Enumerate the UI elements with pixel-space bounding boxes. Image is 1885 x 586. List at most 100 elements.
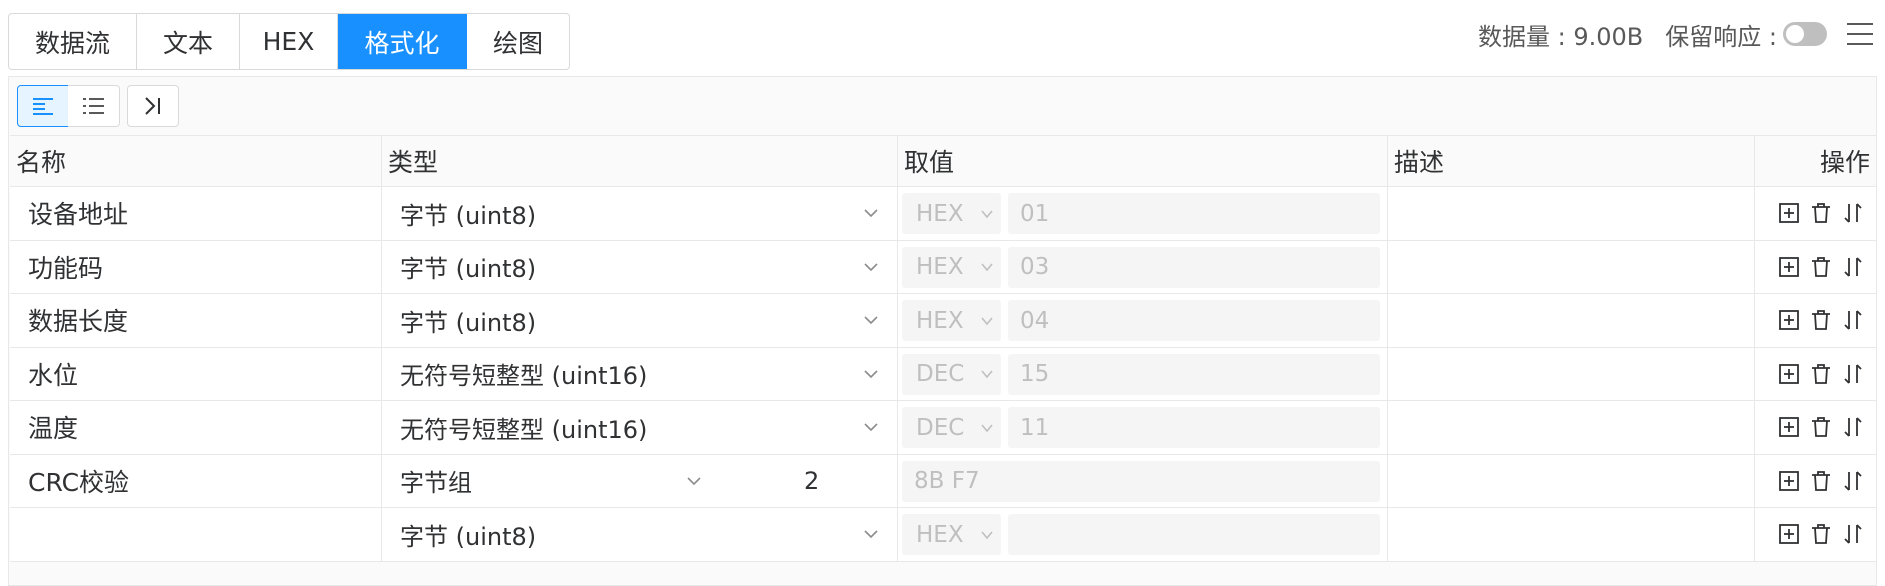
- header-value: 取值: [898, 136, 1388, 186]
- add-row-icon[interactable]: [1776, 414, 1802, 440]
- table-row: 温度 无符号短整型 (uint16) DEC 11: [10, 401, 1876, 455]
- actions-cell: [1755, 401, 1876, 454]
- tab-hex[interactable]: HEX: [240, 14, 338, 69]
- name-cell[interactable]: 数据长度: [10, 294, 382, 347]
- actions-cell: [1755, 508, 1876, 561]
- sort-row-icon[interactable]: [1840, 200, 1866, 226]
- type-select[interactable]: 字节 (uint8): [382, 294, 898, 347]
- field-name: 水位: [28, 360, 79, 390]
- value-input[interactable]: 15: [1008, 353, 1380, 395]
- add-row-icon[interactable]: [1776, 521, 1802, 547]
- value-cell: HEX: [898, 508, 1388, 561]
- status-bar: 数据量 : 9.00B 保留响应 :: [1478, 14, 1873, 54]
- type-select[interactable]: 字节 (uint8): [382, 508, 898, 561]
- name-cell[interactable]: 功能码: [10, 240, 382, 293]
- delete-row-icon[interactable]: [1808, 468, 1834, 494]
- format-select[interactable]: HEX: [902, 246, 1001, 288]
- value-cell: DEC 11: [898, 401, 1388, 454]
- format-value: HEX: [916, 521, 964, 548]
- menu-icon[interactable]: [1847, 23, 1873, 45]
- sort-row-icon[interactable]: [1840, 307, 1866, 333]
- sort-row-icon[interactable]: [1840, 414, 1866, 440]
- chevron-down-icon: [862, 418, 880, 436]
- sort-row-icon[interactable]: [1840, 361, 1866, 387]
- format-select[interactable]: DEC: [902, 407, 1001, 448]
- description-cell[interactable]: [1388, 294, 1755, 347]
- type-select[interactable]: 无符号短整型 (uint16): [382, 347, 898, 400]
- format-select[interactable]: HEX: [902, 300, 1001, 341]
- name-cell[interactable]: 水位: [10, 347, 382, 400]
- delete-row-icon[interactable]: [1808, 361, 1834, 387]
- header-description: 描述: [1388, 136, 1755, 186]
- value-input[interactable]: 01: [1008, 193, 1380, 234]
- description-cell[interactable]: [1388, 454, 1755, 507]
- add-row-icon[interactable]: [1776, 254, 1802, 280]
- delete-row-icon[interactable]: [1808, 521, 1834, 547]
- delete-row-icon[interactable]: [1808, 414, 1834, 440]
- name-cell[interactable]: CRC校验: [10, 454, 382, 507]
- list-button[interactable]: [68, 85, 120, 127]
- step-end-button[interactable]: [127, 85, 179, 127]
- field-name: CRC校验: [28, 467, 130, 497]
- sort-row-icon[interactable]: [1840, 254, 1866, 280]
- format-select[interactable]: HEX: [902, 514, 1001, 555]
- type-value: 字节 (uint8): [400, 308, 537, 337]
- table-body: 设备地址 字节 (uint8) HEX 01 功能码 字节 (uint8) HEX 03 数据长…: [10, 187, 1876, 562]
- sort-row-icon[interactable]: [1840, 468, 1866, 494]
- value-input[interactable]: 8B F7: [902, 460, 1380, 502]
- value-input[interactable]: [1008, 514, 1380, 555]
- tab-format[interactable]: 格式化: [338, 14, 467, 69]
- toggle-knob: [1786, 25, 1804, 43]
- add-row-icon[interactable]: [1776, 200, 1802, 226]
- type-value: 字节 (uint8): [400, 201, 537, 230]
- chevron-down-icon: [972, 207, 994, 221]
- type-select[interactable]: 字节 (uint8): [382, 240, 898, 293]
- name-cell[interactable]: [10, 508, 382, 561]
- value-input[interactable]: 03: [1008, 246, 1380, 288]
- name-cell[interactable]: 设备地址: [10, 187, 382, 240]
- value-cell: HEX 03: [898, 240, 1388, 293]
- chevron-down-icon: [685, 472, 703, 490]
- add-row-icon[interactable]: [1776, 468, 1802, 494]
- actions-cell: [1755, 455, 1876, 508]
- description-cell[interactable]: [1388, 240, 1755, 293]
- description-cell[interactable]: [1388, 347, 1755, 400]
- chevron-down-icon: [862, 365, 880, 383]
- tab-text[interactable]: 文本: [137, 14, 240, 69]
- value-input[interactable]: 11: [1008, 407, 1380, 448]
- table-row: 字节 (uint8) HEX: [10, 508, 1876, 562]
- format-value: HEX: [916, 254, 964, 280]
- keep-response-toggle[interactable]: [1783, 22, 1827, 46]
- actions-cell: [1755, 294, 1876, 347]
- value-input[interactable]: 04: [1008, 300, 1380, 341]
- name-cell[interactable]: 温度: [10, 401, 382, 454]
- add-row-icon[interactable]: [1776, 361, 1802, 387]
- sort-row-icon[interactable]: [1840, 521, 1866, 547]
- chevron-down-icon: [862, 258, 880, 276]
- table-row: 设备地址 字节 (uint8) HEX 01: [10, 187, 1876, 241]
- type-select[interactable]: 字节 (uint8): [382, 187, 898, 240]
- format-table: 名称 类型 取值 描述 操作 设备地址 字节 (uint8) HEX 01 功能码 字节 …: [10, 135, 1876, 562]
- type-select[interactable]: 字节组 2: [382, 454, 898, 507]
- actions-cell: [1755, 241, 1876, 294]
- add-row-icon[interactable]: [1776, 307, 1802, 333]
- value-cell: HEX 01: [898, 187, 1388, 240]
- byte-count-input[interactable]: 2: [804, 467, 819, 495]
- description-cell[interactable]: [1388, 401, 1755, 454]
- delete-row-icon[interactable]: [1808, 254, 1834, 280]
- align-left-button[interactable]: [17, 85, 69, 127]
- tab-data-stream[interactable]: 数据流: [9, 14, 137, 69]
- chevron-down-icon: [862, 204, 880, 222]
- chevron-down-icon: [972, 367, 994, 381]
- format-select[interactable]: DEC: [902, 353, 1001, 395]
- description-cell[interactable]: [1388, 187, 1755, 240]
- format-select[interactable]: HEX: [902, 193, 1001, 234]
- tab-plot[interactable]: 绘图: [467, 14, 569, 69]
- chevron-down-icon: [862, 525, 880, 543]
- delete-row-icon[interactable]: [1808, 307, 1834, 333]
- table-row: 数据长度 字节 (uint8) HEX 04: [10, 294, 1876, 348]
- delete-row-icon[interactable]: [1808, 200, 1834, 226]
- type-select[interactable]: 无符号短整型 (uint16): [382, 401, 898, 454]
- format-value: HEX: [916, 307, 964, 334]
- description-cell[interactable]: [1388, 508, 1755, 561]
